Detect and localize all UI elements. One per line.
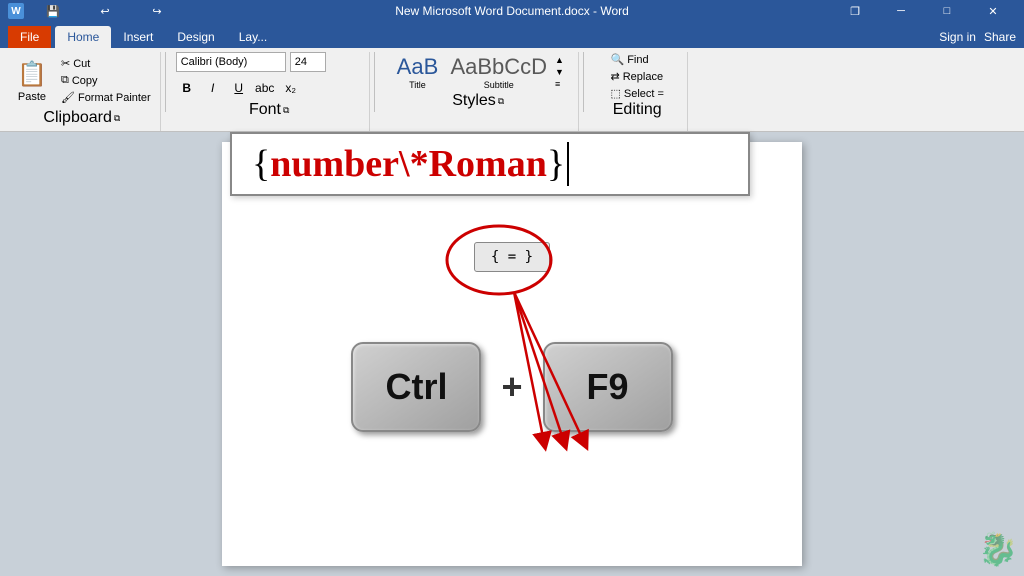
styles-down-icon[interactable]: ▼ xyxy=(555,67,564,77)
find-label: Find xyxy=(627,54,648,66)
strikethrough-button[interactable]: abc xyxy=(254,77,276,99)
subtitle-preview-text: AaBbCcD xyxy=(450,54,547,80)
font-expand-icon[interactable]: ⧉ xyxy=(283,105,289,116)
copy-button[interactable]: ⧉ Copy xyxy=(58,73,154,88)
paste-button[interactable]: 📋 Paste xyxy=(10,57,54,105)
bold-button[interactable]: B xyxy=(176,77,198,99)
formula-brace-close: } xyxy=(547,142,565,186)
clipboard-group: 📋 Paste ✂ Cut ⧉ Copy 🖌 Format Painter C xyxy=(4,52,161,131)
select-button[interactable]: ⬚ Select = xyxy=(606,86,667,101)
paste-label: Paste xyxy=(18,91,46,103)
format-painter-icon: 🖌 xyxy=(61,91,75,104)
replace-label: Replace xyxy=(623,71,663,83)
ribbon-toolbar: 📋 Paste ✂ Cut ⧉ Copy 🖌 Format Painter C xyxy=(0,48,1024,132)
styles-scroll: ▲ ▼ ≡ xyxy=(555,55,564,89)
clipboard-label: Clipboard xyxy=(43,109,111,127)
divider-3 xyxy=(583,52,584,112)
undo-btn[interactable]: ↩ xyxy=(82,0,128,22)
font-name-input[interactable] xyxy=(176,52,286,72)
styles-label: Styles xyxy=(452,92,496,110)
maximize-btn[interactable]: □ xyxy=(924,0,970,22)
font-label: Font xyxy=(249,101,281,119)
cursor xyxy=(567,142,569,186)
copy-label: Copy xyxy=(72,75,98,87)
clipboard-small-items: ✂ Cut ⧉ Copy 🖌 Format Painter xyxy=(58,56,154,105)
styles-expand-icon[interactable]: ⧉ xyxy=(498,96,504,107)
paste-icon: 📋 xyxy=(16,59,48,91)
redo-btn[interactable]: ↪ xyxy=(134,0,180,22)
save-titlebar-btn[interactable]: 💾 xyxy=(30,0,76,22)
formula-display: { number\*Roman } xyxy=(230,132,750,196)
clipboard-expand-icon[interactable]: ⧉ xyxy=(114,113,120,124)
ribbon-right-actions: Sign in Share xyxy=(939,30,1024,48)
arrow-annotation xyxy=(464,272,664,472)
share-btn[interactable]: Share xyxy=(984,30,1016,44)
find-icon: 🔍 xyxy=(610,53,624,66)
format-painter-label: Format Painter xyxy=(78,92,151,104)
font-style-row: B I U abc x₂ xyxy=(176,77,363,99)
font-label-row: Font ⧉ xyxy=(176,101,363,119)
subtitle-style-label: Subtitle xyxy=(484,80,514,90)
replace-button[interactable]: ⇄ Replace xyxy=(606,69,667,84)
editing-items: 🔍 Find ⇄ Replace ⬚ Select = xyxy=(606,52,667,101)
title-bar-left: W 💾 ↩ ↪ xyxy=(8,0,180,22)
select-label: Select = xyxy=(624,88,664,100)
title-bar: W 💾 ↩ ↪ New Microsoft Word Document.docx… xyxy=(0,0,1024,22)
style-title[interactable]: AaB Title xyxy=(392,52,442,92)
style-subtitle[interactable]: AaBbCcD Subtitle xyxy=(446,52,551,92)
close-btn[interactable]: ✕ xyxy=(970,0,1016,22)
watermark: 🐉 xyxy=(978,530,1018,570)
replace-icon: ⇄ xyxy=(610,70,619,83)
styles-group: AaB Title AaBbCcD Subtitle ▲ ▼ ≡ Styles … xyxy=(379,52,579,131)
font-name-row xyxy=(176,52,363,72)
tab-home[interactable]: Home xyxy=(55,26,111,48)
clipboard-label-row: Clipboard ⧉ xyxy=(10,109,154,127)
tab-insert[interactable]: Insert xyxy=(111,26,165,48)
document-page: { = } Ctrl + F9 xyxy=(222,142,802,566)
tab-layout[interactable]: Lay... xyxy=(227,26,279,48)
tab-file[interactable]: File xyxy=(8,26,51,48)
scissors-icon: ✂ xyxy=(61,57,70,70)
underline-button[interactable]: U xyxy=(228,77,250,99)
document-area: { number\*Roman } { = } xyxy=(0,132,1024,576)
field-code-area: { = } xyxy=(474,242,550,272)
font-group: B I U abc x₂ Font ⧉ xyxy=(170,52,370,131)
find-button[interactable]: 🔍 Find xyxy=(606,52,667,67)
editing-label: Editing xyxy=(613,101,662,119)
window-controls: ❐ ─ □ ✕ xyxy=(832,0,1016,22)
title-preview-text: AaB xyxy=(397,54,439,80)
editing-label-row: Editing xyxy=(594,101,681,119)
styles-more-icon[interactable]: ≡ xyxy=(555,79,564,89)
styles-up-icon[interactable]: ▲ xyxy=(555,55,564,65)
italic-button[interactable]: I xyxy=(202,77,224,99)
restore-btn[interactable]: ❐ xyxy=(832,0,878,22)
cut-button[interactable]: ✂ Cut xyxy=(58,56,154,71)
styles-preview: AaB Title AaBbCcD Subtitle ▲ ▼ ≡ xyxy=(392,52,564,92)
ctrl-key: Ctrl xyxy=(351,342,481,432)
word-icon: W xyxy=(8,3,24,19)
copy-icon: ⧉ xyxy=(61,74,69,87)
ribbon-tabs: File Home Insert Design Lay... Sign in S… xyxy=(0,22,1024,48)
select-icon: ⬚ xyxy=(610,87,620,100)
formula-brace-open: { xyxy=(252,142,270,186)
tab-design[interactable]: Design xyxy=(165,26,226,48)
formula-field-text: number\*Roman xyxy=(270,142,547,186)
font-controls: B I U abc x₂ xyxy=(176,52,363,101)
subscript-button[interactable]: x₂ xyxy=(280,77,302,99)
watermark-icon: 🐉 xyxy=(978,531,1018,567)
window-title: New Microsoft Word Document.docx - Word xyxy=(395,4,629,18)
divider-1 xyxy=(165,52,166,112)
cut-label: Cut xyxy=(73,58,90,70)
divider-2 xyxy=(374,52,375,112)
styles-label-row: Styles ⧉ xyxy=(385,92,572,110)
sign-in-link[interactable]: Sign in xyxy=(939,30,976,44)
title-style-label: Title xyxy=(409,80,426,90)
clipboard-content: 📋 Paste ✂ Cut ⧉ Copy 🖌 Format Painter xyxy=(10,52,154,109)
minimize-btn[interactable]: ─ xyxy=(878,0,924,22)
font-size-input[interactable] xyxy=(290,52,326,72)
editing-group: 🔍 Find ⇄ Replace ⬚ Select = Editing xyxy=(588,52,688,131)
format-painter-button[interactable]: 🖌 Format Painter xyxy=(58,90,154,105)
